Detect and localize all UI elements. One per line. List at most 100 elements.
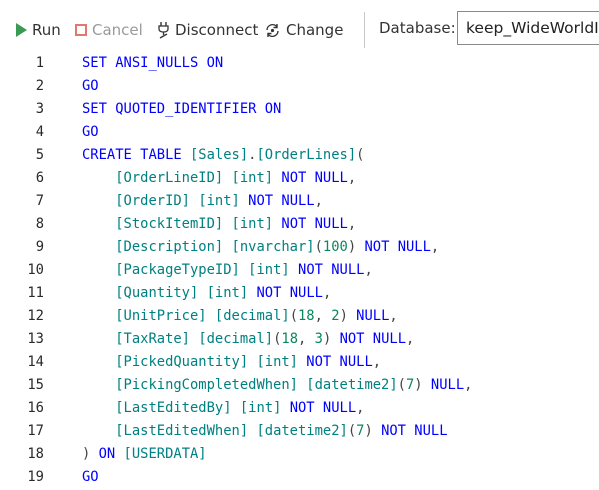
code-token: [LastEditedWhen]	[115, 423, 249, 439]
code-token: NOT NULL	[331, 331, 407, 347]
code-token: ,	[389, 308, 398, 324]
code-token: (	[314, 239, 323, 255]
code-text: GO	[82, 121, 99, 144]
line-number: 3	[35, 101, 44, 117]
connection-change-icon	[264, 22, 281, 39]
code-token: [decimal]	[198, 331, 274, 347]
code-token: (	[289, 308, 298, 324]
code-token: [Sales]	[189, 147, 249, 163]
code-line[interactable]: 19 GO	[0, 466, 599, 489]
code-text: [UnitPrice] [decimal](18, 2) NULL,	[82, 305, 398, 328]
code-token: [int]	[256, 354, 298, 370]
code-line[interactable]: 11 [Quantity] [int] NOT NULL,	[0, 282, 599, 305]
code-text: [TaxRate] [decimal](18, 3) NOT NULL,	[82, 328, 414, 351]
line-number: 11	[27, 285, 44, 301]
sql-editor[interactable]: 1 SET ANSI_NULLS ON 2 GO 3 SET QUOTED_IDENTIF…	[0, 52, 599, 490]
code-token: ,	[322, 285, 332, 301]
code-line[interactable]: 4 GO	[0, 121, 599, 144]
line-number: 8	[35, 216, 44, 232]
change-connection-button[interactable]: Change	[264, 19, 343, 41]
code-line[interactable]: 12 [UnitPrice] [decimal](18, 2) NULL,	[0, 305, 599, 328]
code-line[interactable]: 2 GO	[0, 75, 599, 98]
code-line[interactable]: 16 [LastEditedBy] [int] NOT NULL,	[0, 397, 599, 420]
line-number: 17	[27, 423, 44, 439]
code-token: [PackageTypeID]	[115, 262, 240, 278]
code-token: [StockItemID]	[115, 216, 224, 232]
code-text: [PackageTypeID] [int] NOT NULL,	[82, 259, 373, 282]
code-line[interactable]: 3 SET QUOTED_IDENTIFIER ON	[0, 98, 599, 121]
line-number: 10	[27, 262, 44, 278]
disconnect-label: Disconnect	[175, 21, 259, 39]
code-token: [Quantity]	[115, 285, 199, 301]
line-number: 13	[27, 331, 44, 347]
query-toolbar: Run Cancel Disconnect Change Database: k…	[0, 0, 599, 52]
code-token: 2	[331, 308, 340, 324]
line-number: 6	[35, 170, 44, 186]
code-token: (	[347, 423, 357, 439]
line-number: 1	[35, 55, 44, 71]
code-line[interactable]: 10 [PackageTypeID] [int] NOT NULL,	[0, 259, 599, 282]
code-text: SET ANSI_NULLS ON	[82, 52, 223, 75]
plug-disconnect-icon	[157, 21, 170, 39]
code-token: )	[414, 377, 423, 393]
line-number: 16	[27, 400, 44, 416]
code-token: [int]	[198, 193, 240, 209]
code-token: ,	[298, 331, 315, 347]
code-token: [OrderLineID]	[115, 170, 224, 186]
code-line[interactable]: 7 [OrderID] [int] NOT NULL,	[0, 190, 599, 213]
code-line[interactable]: 14 [PickedQuantity] [int] NOT NULL,	[0, 351, 599, 374]
code-token: )	[347, 239, 357, 255]
code-text: [OrderID] [int] NOT NULL,	[82, 190, 323, 213]
code-line[interactable]: 17 [LastEditedWhen] [datetime2](7) NOT N…	[0, 420, 599, 443]
code-line[interactable]: 18) ON [USERDATA]	[0, 443, 599, 466]
code-token: ,	[372, 354, 382, 370]
code-token: 3	[314, 331, 323, 347]
code-token: SET ANSI_NULLS ON	[82, 55, 224, 71]
code-line[interactable]: 8 [StockItemID] [int] NOT NULL,	[0, 213, 599, 236]
run-button[interactable]: Run	[16, 19, 61, 41]
code-token: NOT NULL	[273, 170, 348, 186]
database-select[interactable]: keep_WideWorldI	[457, 11, 599, 45]
code-token: [int]	[248, 262, 290, 278]
code-text: [PickedQuantity] [int] NOT NULL,	[82, 351, 381, 374]
cancel-button[interactable]: Cancel	[75, 19, 143, 41]
code-line[interactable]: 13 [TaxRate] [decimal](18, 3) NOT NULL,	[0, 328, 599, 351]
code-token: [PickedQuantity]	[115, 354, 249, 370]
code-token: [nvarchar]	[231, 239, 315, 255]
change-label: Change	[286, 21, 344, 39]
line-number: 15	[27, 377, 44, 393]
code-token: NOT NULL	[248, 285, 323, 301]
code-token: [datetime2]	[256, 423, 348, 439]
line-number: 7	[35, 193, 44, 209]
database-label: Database:	[379, 19, 456, 37]
play-icon	[16, 23, 27, 37]
code-token: 100	[322, 239, 348, 255]
code-token: GO	[82, 124, 99, 140]
code-line[interactable]: 15 [PickingCompletedWhen] [datetime2](7)…	[0, 374, 599, 397]
code-line[interactable]: 6 [OrderLineID] [int] NOT NULL,	[0, 167, 599, 190]
disconnect-button[interactable]: Disconnect	[157, 19, 258, 41]
code-text: GO	[82, 75, 99, 98]
code-token: NOT NULL	[372, 423, 448, 439]
code-line[interactable]: 9 [Description] [nvarchar](100) NOT NULL…	[0, 236, 599, 259]
code-line[interactable]: 5 CREATE TABLE [Sales].[OrderLines](	[0, 144, 599, 167]
code-token: [LastEditedBy]	[115, 400, 232, 416]
cancel-label: Cancel	[92, 21, 143, 39]
line-number: 18	[27, 446, 44, 462]
line-number: 2	[35, 78, 44, 94]
code-line[interactable]: 1 SET ANSI_NULLS ON	[0, 52, 599, 75]
code-token: 18	[298, 308, 315, 324]
code-token: [int]	[231, 170, 274, 186]
code-text: [OrderLineID] [int] NOT NULL,	[82, 167, 356, 190]
code-token: [Description]	[115, 239, 224, 255]
